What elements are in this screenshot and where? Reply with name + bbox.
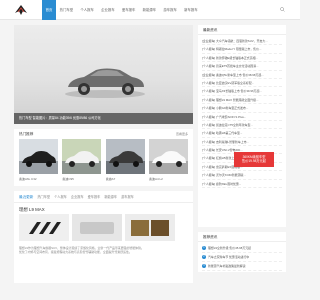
- news-item[interactable]: [企业报车] 奥迪Q5L新车型上市 售价38.98万起...: [202, 71, 282, 79]
- tab-new-energy[interactable]: 新能源车: [104, 191, 117, 202]
- top-navigation-bar: 首页 热门车型 个人报车 企业报车 爱车报车 新能源车 游车报车 新车报车: [0, 0, 300, 20]
- tab-latest[interactable]: 最近更新: [19, 191, 33, 202]
- tab-enterprise[interactable]: 企业报车: [71, 191, 84, 202]
- recommended-item[interactable]: 1 理想L9全新升级 售价45.98万元起: [202, 244, 282, 253]
- tab-popular-models[interactable]: 热门车型: [37, 191, 50, 202]
- hot-recommend-section: 热门推荐 查看更多 奥迪A6L C32 奥迪C95 奥迪A7 奥迪A4 L2: [14, 129, 193, 186]
- recommended-item[interactable]: 3 新能源汽车补贴政策最新解读: [202, 262, 282, 271]
- gallery-caption: 奥迪A4 L2: [148, 176, 163, 181]
- latest-updates-section: 最近更新 热门车型 个人报车 企业报车 爱车报车 新能源车 游车报车 理想 L9…: [14, 191, 193, 283]
- sidebar: 最新资讯 [企业报车] 大众汽车领航：四驱新款SUV，开启大... [个人报车]…: [198, 25, 286, 272]
- news-item[interactable]: [个人报车] 特斯拉Model Y 限量版上市，售价...: [202, 45, 282, 54]
- article-image[interactable]: [19, 214, 69, 241]
- nav-item-personal[interactable]: 个人报车: [77, 0, 98, 20]
- news-item[interactable]: [个人报车] 比亚迪汉EV冠军版全系标配...: [202, 79, 282, 88]
- news-item[interactable]: [个人报车] 广汽埃安AION S Plus...: [202, 113, 282, 121]
- recommended-news-panel: 推荐资讯 1 理想L9全新升级 售价45.98万元起 2 汽车之家购车节 优惠活…: [198, 232, 286, 272]
- article-images: [14, 214, 193, 241]
- gallery-caption: 奥迪A6L C32: [19, 176, 37, 181]
- gallery-caption: 奥迪A7: [105, 176, 116, 181]
- recommended-item-label: 理想L9全新升级 售价45.98万元起: [208, 245, 252, 250]
- hero-banner[interactable]: 热门车型 智能图片：质量84 功能39/6 优惠89/86 公司方化: [14, 25, 193, 124]
- hero-caption: 热门车型 智能图片：质量84 功能39/6 优惠89/86 公司方化: [14, 113, 193, 124]
- car-image: [65, 68, 145, 98]
- news-item[interactable]: [个人报车] 宝马X3长轴版上市 售价39.96万起...: [202, 87, 282, 96]
- nav-item-home[interactable]: 首页: [42, 0, 56, 20]
- news-item[interactable]: [个人报车] 吉利星越L智擎新车上市...: [202, 138, 282, 147]
- tab-personal[interactable]: 个人报车: [54, 191, 67, 202]
- car-image: [19, 139, 58, 174]
- logo-icon[interactable]: [14, 4, 28, 16]
- news-item[interactable]: [个人报车] 蔚来ET5首批车主交付活动圆满...: [202, 62, 282, 71]
- news-item[interactable]: [个人报车] 捷豹XEL限时优惠...: [202, 180, 282, 189]
- sidebar-title: 最新资讯: [198, 25, 286, 35]
- news-item[interactable]: [个人报车] 沃尔沃XC60新能源版...: [202, 171, 282, 180]
- article-image[interactable]: [125, 214, 175, 241]
- news-item[interactable]: [个人报车] 小鹏G9新车型正式发布...: [202, 104, 282, 113]
- news-item[interactable]: [个人报车] 新款奔驰E级长轴版本正式亮相...: [202, 54, 282, 63]
- recommended-item-label: 新能源汽车补贴政策最新解读: [208, 263, 246, 268]
- recommended-item[interactable]: 2 汽车之家购车节 优惠活动进行中: [202, 253, 282, 262]
- gallery-caption: 奥迪C95: [62, 176, 74, 181]
- sidebar-title: 推荐资讯: [198, 232, 286, 242]
- news-item[interactable]: [个人报车] 哈弗H6第三代车型...: [202, 129, 282, 138]
- article-title[interactable]: 理想 L9 MAX: [14, 203, 193, 214]
- main-column: 热门车型 智能图片：质量84 功能39/6 优惠89/86 公司方化 热门推荐 …: [14, 25, 193, 283]
- recommended-item-label: 汽车之家购车节 优惠活动进行中: [208, 254, 250, 259]
- rank-badge: 2: [202, 255, 206, 259]
- latest-tabs: 最近更新 热门车型 个人报车 企业报车 爱车报车 新能源车 游车报车: [14, 191, 193, 203]
- gallery-item[interactable]: 奥迪A7: [105, 139, 145, 181]
- car-image: [62, 139, 102, 174]
- car-gallery: 奥迪A6L C32 奥迪C95 奥迪A7 奥迪A4 L2: [14, 139, 193, 186]
- car-image: [148, 139, 188, 174]
- nav-item-new-cars[interactable]: 新车报车: [180, 0, 201, 20]
- article-description: 理想L9作为理想汽车旗舰SUV，整体设计延续了家族化风格，全新一代产品带来更强的…: [19, 246, 144, 250]
- search-icon[interactable]: [280, 7, 285, 12]
- nav-item-travel[interactable]: 游车报车: [160, 0, 181, 20]
- news-item[interactable]: [个人报车] 理想L9 MAX 智能座舱全面升级...: [202, 96, 282, 105]
- section-header: 热门推荐 查看更多: [14, 129, 193, 139]
- news-item[interactable]: [个人报车] 凯迪拉克CT5全新年款车型...: [202, 121, 282, 130]
- tab-car-lovers[interactable]: 爱车报车: [88, 191, 101, 202]
- recommended-list: 1 理想L9全新升级 售价45.98万元起 2 汽车之家购车节 优惠活动进行中 …: [198, 242, 286, 273]
- latest-news-panel: 最新资讯 [企业报车] 大众汽车领航：四驱新款SUV，开启大... [个人报车]…: [198, 25, 286, 227]
- article-description: 优化了内饰与空间布局，搭载增程动力系统与高阶智驾辅助功能，全面提升驾乘舒适性。: [19, 250, 132, 254]
- article-image[interactable]: [72, 214, 122, 241]
- car-image: [105, 139, 145, 174]
- view-more-link[interactable]: 查看更多: [176, 129, 188, 139]
- rank-badge: 1: [202, 246, 206, 250]
- gallery-item[interactable]: 奥迪A4 L2: [148, 139, 188, 181]
- section-title: 热门推荐: [19, 132, 34, 136]
- gallery-item[interactable]: 奥迪C95: [62, 139, 102, 181]
- tab-travel[interactable]: 游车报车: [121, 191, 134, 202]
- nav-item-popular-models[interactable]: 热门车型: [56, 0, 77, 20]
- promo-line: 售价19.98万元起: [242, 159, 266, 164]
- promo-popup[interactable]: 360KM续航车型 售价19.98万元起: [234, 152, 274, 167]
- nav-item-car-lovers[interactable]: 爱车报车: [118, 0, 139, 20]
- rank-badge: 3: [202, 264, 206, 268]
- nav-item-enterprise[interactable]: 企业报车: [97, 0, 118, 20]
- news-item[interactable]: [企业报车] 大众汽车领航：四驱新款SUV，开启大...: [202, 37, 282, 46]
- gallery-item[interactable]: 奥迪A6L C32: [19, 139, 58, 181]
- main-nav: 首页 热门车型 个人报车 企业报车 爱车报车 新能源车 游车报车 新车报车: [42, 0, 201, 20]
- nav-item-new-energy[interactable]: 新能源车: [139, 0, 160, 20]
